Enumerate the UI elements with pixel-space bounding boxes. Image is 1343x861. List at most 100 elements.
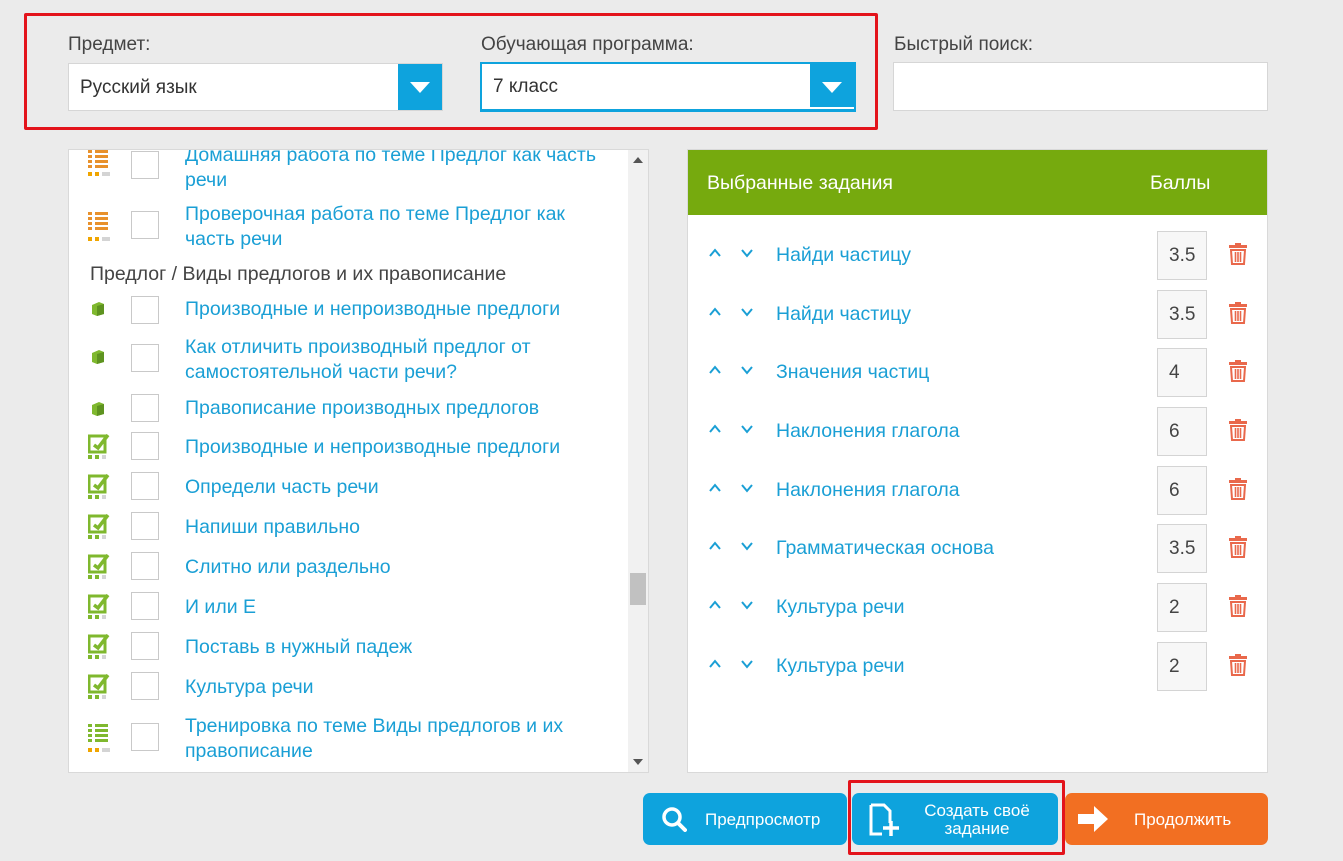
task-link[interactable]: И или Е bbox=[185, 595, 615, 620]
task-link[interactable]: Определи часть речи bbox=[185, 475, 615, 500]
list-item[interactable]: Определи часть речи bbox=[69, 471, 629, 511]
list-item[interactable]: Напиши правильно bbox=[69, 511, 629, 551]
available-tasks-list[interactable]: Домашняя работа по теме Предлог как част… bbox=[68, 149, 649, 773]
trash-icon[interactable] bbox=[1229, 654, 1247, 676]
selected-task-row: Найди частицу 3.5 bbox=[688, 290, 1267, 340]
task-link[interactable]: Правописание производных предлогов bbox=[185, 396, 615, 421]
selected-task-link[interactable]: Культура речи bbox=[776, 596, 905, 619]
scroll-down-icon[interactable] bbox=[633, 759, 643, 765]
search-icon bbox=[662, 807, 687, 832]
task-link[interactable]: Проверочная работа по теме Предлог как ч… bbox=[185, 202, 615, 252]
task-link[interactable]: Слитно или раздельно bbox=[185, 555, 615, 580]
create-own-task-button[interactable]: Создать своё задание bbox=[852, 793, 1058, 845]
move-up-icon[interactable] bbox=[709, 599, 721, 611]
list-item[interactable]: Слитно или раздельно bbox=[69, 551, 629, 591]
score-input[interactable]: 3.5 bbox=[1157, 231, 1207, 280]
task-checkbox[interactable] bbox=[131, 672, 159, 700]
list-item[interactable]: Производные и непроизводные предлоги bbox=[69, 431, 629, 471]
score-input[interactable]: 2 bbox=[1157, 583, 1207, 632]
move-down-icon[interactable] bbox=[741, 540, 753, 552]
trash-icon[interactable] bbox=[1229, 360, 1247, 382]
selected-task-link[interactable]: Наклонения глагола bbox=[776, 420, 960, 443]
task-checkbox[interactable] bbox=[131, 592, 159, 620]
move-down-icon[interactable] bbox=[741, 247, 753, 259]
score-input[interactable]: 6 bbox=[1157, 407, 1207, 456]
chevron-down-icon[interactable] bbox=[810, 64, 854, 107]
task-checkbox[interactable] bbox=[131, 394, 159, 422]
task-checkbox[interactable] bbox=[131, 723, 159, 751]
move-down-icon[interactable] bbox=[741, 482, 753, 494]
chevron-down-icon[interactable] bbox=[398, 64, 442, 110]
move-up-icon[interactable] bbox=[709, 658, 721, 670]
score-input[interactable]: 6 bbox=[1157, 466, 1207, 515]
list-item[interactable]: Правописание производных предлогов bbox=[69, 393, 629, 429]
score-input[interactable]: 3.5 bbox=[1157, 290, 1207, 339]
scrollbar-thumb[interactable] bbox=[630, 573, 646, 605]
selected-task-link[interactable]: Наклонения глагола bbox=[776, 479, 960, 502]
task-checkbox[interactable] bbox=[131, 432, 159, 460]
selected-task-link[interactable]: Найди частицу bbox=[776, 303, 911, 326]
move-up-icon[interactable] bbox=[709, 482, 721, 494]
move-up-icon[interactable] bbox=[709, 364, 721, 376]
score-input[interactable]: 3.5 bbox=[1157, 524, 1207, 573]
list-item[interactable]: Как отличить производный предлог от само… bbox=[69, 335, 629, 389]
move-down-icon[interactable] bbox=[741, 306, 753, 318]
search-input[interactable] bbox=[893, 62, 1268, 111]
trash-icon[interactable] bbox=[1229, 478, 1247, 500]
task-link[interactable]: Поставь в нужный падеж bbox=[185, 635, 615, 660]
edit-green-icon bbox=[88, 513, 110, 539]
scroll-up-icon[interactable] bbox=[633, 157, 643, 163]
score-input[interactable]: 2 bbox=[1157, 642, 1207, 691]
task-checkbox[interactable] bbox=[131, 211, 159, 239]
list-orange-icon bbox=[88, 212, 110, 241]
selected-task-link[interactable]: Значения частиц bbox=[776, 361, 929, 384]
program-select[interactable]: 7 класс bbox=[480, 62, 856, 112]
list-item[interactable]: Проверочная работа по теме Предлог как ч… bbox=[69, 202, 629, 258]
list-item[interactable]: Домашняя работа по теме Предлог как част… bbox=[69, 150, 629, 204]
score-input[interactable]: 4 bbox=[1157, 348, 1207, 397]
move-down-icon[interactable] bbox=[741, 423, 753, 435]
selected-tasks-header: Выбранные задания Баллы bbox=[688, 150, 1267, 215]
list-item[interactable]: Культура речи bbox=[69, 671, 629, 711]
move-up-icon[interactable] bbox=[709, 306, 721, 318]
selected-task-link[interactable]: Культура речи bbox=[776, 655, 905, 678]
list-item[interactable]: Тренировка по теме Виды предлогов и их п… bbox=[69, 713, 629, 771]
move-down-icon[interactable] bbox=[741, 658, 753, 670]
task-checkbox[interactable] bbox=[131, 512, 159, 540]
list-item[interactable]: И или Е bbox=[69, 591, 629, 631]
task-checkbox[interactable] bbox=[131, 344, 159, 372]
move-up-icon[interactable] bbox=[709, 423, 721, 435]
trash-icon[interactable] bbox=[1229, 243, 1247, 265]
selected-task-link[interactable]: Грамматическая основа bbox=[776, 537, 994, 560]
list-item[interactable]: Производные и непроизводные предлоги bbox=[69, 293, 629, 329]
selected-task-link[interactable]: Найди частицу bbox=[776, 244, 911, 267]
move-up-icon[interactable] bbox=[709, 540, 721, 552]
task-link[interactable]: Как отличить производный предлог от само… bbox=[185, 335, 615, 385]
task-checkbox[interactable] bbox=[131, 552, 159, 580]
move-up-icon[interactable] bbox=[709, 247, 721, 259]
task-link[interactable]: Напиши правильно bbox=[185, 515, 615, 540]
move-down-icon[interactable] bbox=[741, 364, 753, 376]
list-scrollbar[interactable] bbox=[628, 150, 648, 772]
edit-green-icon bbox=[88, 633, 110, 659]
task-link[interactable]: Производные и непроизводные предлоги bbox=[185, 435, 615, 460]
list-item[interactable]: Поставь в нужный падеж bbox=[69, 631, 629, 671]
trash-icon[interactable] bbox=[1229, 302, 1247, 324]
move-down-icon[interactable] bbox=[741, 599, 753, 611]
trash-icon[interactable] bbox=[1229, 595, 1247, 617]
subject-select[interactable]: Русский язык bbox=[68, 63, 443, 111]
task-link[interactable]: Производные и непроизводные предлоги bbox=[185, 297, 615, 322]
task-checkbox[interactable] bbox=[131, 151, 159, 179]
trash-icon[interactable] bbox=[1229, 536, 1247, 558]
preview-button[interactable]: Предпросмотр bbox=[643, 793, 847, 845]
trash-icon[interactable] bbox=[1229, 419, 1247, 441]
list-orange-icon bbox=[88, 150, 110, 176]
task-link[interactable]: Культура речи bbox=[185, 675, 615, 700]
task-link[interactable]: Домашняя работа по теме Предлог как част… bbox=[185, 150, 615, 193]
task-checkbox[interactable] bbox=[131, 632, 159, 660]
continue-button[interactable]: Продолжить bbox=[1065, 793, 1268, 845]
book-green-icon bbox=[88, 397, 110, 423]
task-link[interactable]: Тренировка по теме Виды предлогов и их п… bbox=[185, 714, 615, 764]
task-checkbox[interactable] bbox=[131, 472, 159, 500]
task-checkbox[interactable] bbox=[131, 296, 159, 324]
